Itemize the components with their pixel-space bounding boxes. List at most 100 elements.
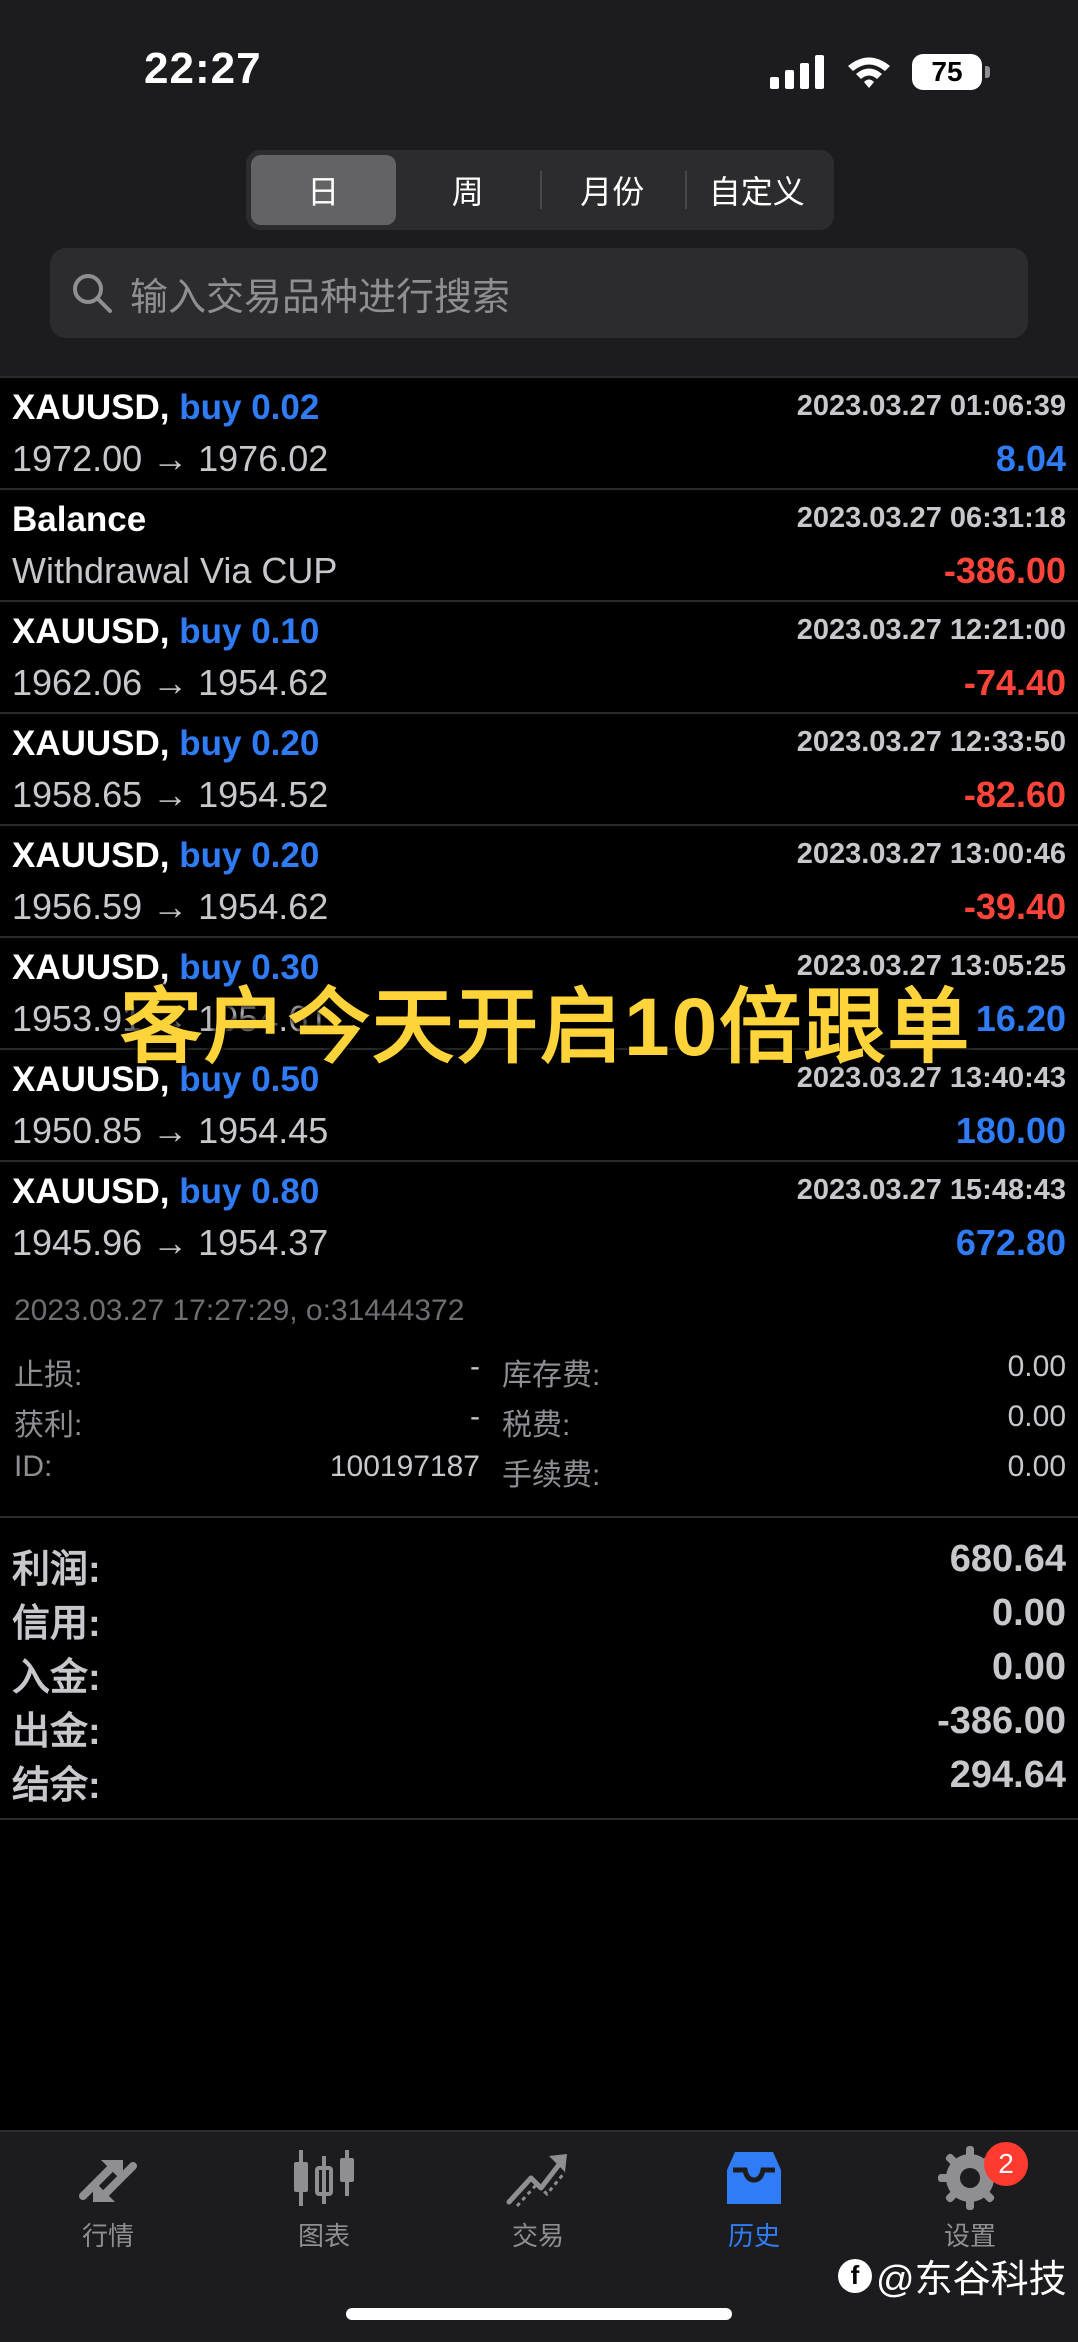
deal-prices: 1945.96 → 1954.37	[12, 1222, 329, 1263]
status-icons: 75	[770, 50, 990, 94]
watermark: f @东谷科技	[838, 2248, 1067, 2303]
tab-history[interactable]: 历史	[684, 2146, 824, 2266]
detail-row-takeprofit: 获利: - 税费: 0.00	[0, 1400, 1078, 1444]
history-inbox-icon	[727, 2152, 781, 2204]
status-time: 22:27	[144, 44, 262, 93]
detail-label: 税费:	[502, 1409, 571, 1442]
detail-value: -	[470, 1400, 480, 1433]
deal-profit: -74.40	[963, 662, 1066, 703]
deal-symbol: XAUUSD,	[12, 612, 170, 651]
detail-row-stoploss: 止损: - 库存费: 0.00	[0, 1350, 1078, 1394]
detail-value: -	[470, 1350, 480, 1383]
tab-label: 交易	[511, 2221, 564, 2251]
wifi-icon	[848, 57, 890, 88]
tab-month[interactable]: 月份	[540, 155, 685, 225]
quotes-arrows-icon	[79, 2160, 137, 2202]
deal-side: buy 0.80	[179, 1172, 320, 1211]
detail-value: 0.00	[1007, 1400, 1066, 1433]
deal-time: 2023.03.27 06:31:18	[796, 502, 1066, 534]
deal-time: 2023.03.27 01:06:39	[796, 390, 1066, 422]
deal-comment: Withdrawal Via CUP	[12, 550, 338, 591]
deal-prices: 1972.00 → 1976.02	[12, 438, 329, 479]
summary-row-deposit: 入金: 0.00	[0, 1646, 1078, 1699]
summary-label: 结余:	[12, 1765, 101, 1807]
deal-side: buy 0.20	[179, 724, 320, 763]
bottom-tab-bar: 行情 图表 交易 历史 2 设置	[0, 2130, 1078, 2342]
deal-time: 2023.03.27 13:00:46	[796, 838, 1066, 870]
summary-row-profit: 利润: 680.64	[0, 1538, 1078, 1591]
summary-row-withdrawal: 出金: -386.00	[0, 1700, 1078, 1753]
deal-time: 2023.03.27 12:21:00	[796, 614, 1066, 646]
detail-label: 止损:	[14, 1359, 83, 1392]
tab-label: 行情	[81, 2221, 134, 2251]
search-placeholder: 输入交易品种进行搜索	[130, 276, 511, 319]
deal-row[interactable]: XAUUSD, buy 0.80 2023.03.27 15:48:43 194…	[0, 1160, 1078, 1272]
deal-row[interactable]: XAUUSD, buy 0.20 2023.03.27 12:33:50 195…	[0, 712, 1078, 824]
deal-prices: 1958.65 → 1954.52	[12, 774, 329, 815]
deal-row[interactable]: XAUUSD, buy 0.10 2023.03.27 12:21:00 196…	[0, 600, 1078, 712]
summary-value: -386.00	[937, 1700, 1066, 1742]
deal-time: 2023.03.27 15:48:43	[796, 1174, 1066, 1206]
detail-label: 库存费:	[502, 1359, 601, 1392]
trade-trend-icon	[506, 2154, 567, 2208]
deal-profit: 16.20	[975, 998, 1066, 1039]
deal-profit: -39.40	[963, 886, 1066, 927]
tab-day[interactable]: 日	[251, 155, 396, 225]
summary-label: 入金:	[12, 1657, 101, 1699]
deal-profit: 180.00	[955, 1110, 1066, 1151]
account-summary: 利润: 680.64 信用: 0.00 入金: 0.00 出金: -386.00…	[0, 1516, 1078, 1820]
tab-charts[interactable]: 图表	[254, 2146, 394, 2266]
deal-profit: -82.60	[963, 774, 1066, 815]
candlestick-chart-icon	[294, 2150, 354, 2206]
deal-time: 2023.03.27 12:33:50	[796, 726, 1066, 758]
cellular-signal-icon	[770, 55, 824, 89]
detail-value: 0.00	[1007, 1450, 1066, 1483]
deal-row[interactable]: XAUUSD, buy 0.20 2023.03.27 13:00:46 195…	[0, 824, 1078, 936]
deal-side: buy 0.20	[179, 836, 320, 875]
deal-prices: 1962.06 → 1954.62	[12, 662, 329, 703]
summary-row-balance: 结余: 294.64	[0, 1754, 1078, 1807]
deal-symbol: XAUUSD,	[12, 836, 170, 875]
detail-value: 100197187	[329, 1450, 480, 1483]
tab-week[interactable]: 周	[396, 155, 541, 225]
deal-symbol: XAUUSD,	[12, 388, 170, 427]
detail-value: 0.00	[1007, 1350, 1066, 1383]
tab-label: 历史	[727, 2221, 780, 2251]
tab-custom[interactable]: 自定义	[684, 155, 830, 225]
overlay-caption: 客户今天开启10倍跟单	[120, 982, 972, 1073]
search-input[interactable]: 输入交易品种进行搜索	[50, 248, 1028, 338]
deal-symbol: XAUUSD,	[12, 1172, 170, 1211]
deal-row[interactable]: Balance 2023.03.27 06:31:18 Withdrawal V…	[0, 488, 1078, 600]
summary-value: 0.00	[992, 1646, 1066, 1688]
summary-value: 294.64	[949, 1754, 1066, 1796]
deal-profit: 8.04	[995, 438, 1066, 479]
detail-label: ID:	[14, 1450, 53, 1483]
deal-profit: 672.80	[955, 1222, 1066, 1263]
tab-quotes[interactable]: 行情	[38, 2146, 178, 2266]
deal-side: buy 0.10	[179, 612, 320, 651]
deal-prices: 1950.85 → 1954.45	[12, 1110, 329, 1151]
deal-list: XAUUSD, buy 0.02 2023.03.27 01:06:39 197…	[0, 376, 1078, 1272]
battery-indicator: 75	[912, 54, 990, 90]
search-icon	[73, 274, 112, 313]
deal-profit: -386.00	[943, 550, 1066, 591]
summary-row-credit: 信用: 0.00	[0, 1592, 1078, 1645]
deal-symbol: Balance	[12, 500, 147, 539]
summary-value: 680.64	[949, 1538, 1066, 1580]
summary-label: 出金:	[12, 1711, 101, 1753]
order-info-line: 2023.03.27 17:27:29, o:31444372	[14, 1294, 465, 1327]
detail-label: 获利:	[14, 1409, 83, 1442]
tab-trade[interactable]: 交易	[468, 2146, 608, 2266]
detail-label: 手续费:	[502, 1459, 601, 1492]
deal-prices: 1956.59 → 1954.62	[12, 886, 329, 927]
watermark-text: @东谷科技	[876, 2259, 1067, 2301]
watermark-logo-icon: f	[838, 2258, 872, 2293]
home-indicator	[346, 2308, 732, 2320]
deal-row[interactable]: XAUUSD, buy 0.02 2023.03.27 01:06:39 197…	[0, 376, 1078, 488]
settings-badge: 2	[984, 2142, 1028, 2186]
period-segmented-control: 日 周 月份 自定义	[246, 150, 834, 230]
deal-symbol: XAUUSD,	[12, 724, 170, 763]
summary-label: 信用:	[12, 1603, 101, 1645]
tab-label: 图表	[297, 2221, 350, 2251]
deal-side: buy 0.02	[179, 388, 320, 427]
